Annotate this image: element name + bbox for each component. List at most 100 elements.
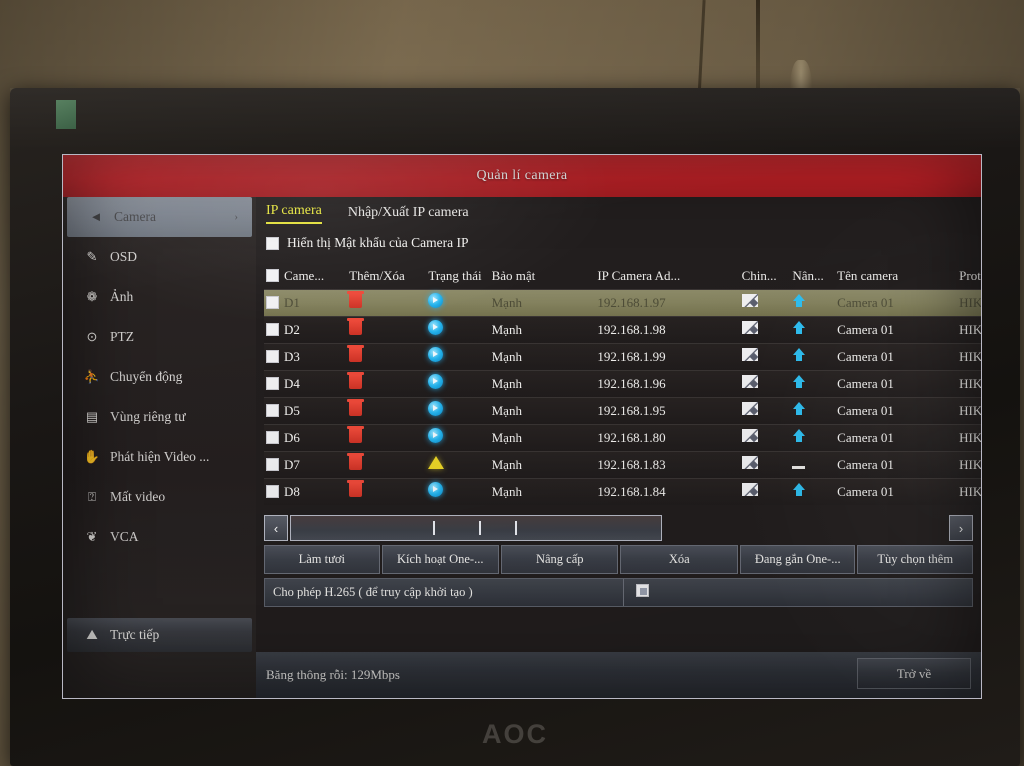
sidebar-item-m-t-video[interactable]: ⍰ Mất video bbox=[63, 477, 256, 517]
play-icon[interactable] bbox=[428, 482, 444, 498]
trash-icon[interactable] bbox=[347, 317, 365, 335]
trash-icon[interactable] bbox=[347, 344, 365, 362]
edit-icon[interactable] bbox=[741, 429, 758, 442]
cell-edit[interactable] bbox=[737, 342, 787, 370]
warning-icon[interactable] bbox=[428, 456, 445, 469]
upgrade-icon[interactable] bbox=[792, 374, 806, 389]
cell-edit[interactable] bbox=[737, 396, 787, 424]
h265-row[interactable]: Cho phép H.265 ( để truy cập khởi tạo ) bbox=[264, 578, 973, 607]
sidebar-item-ph-t-hi-n-video[interactable]: ✋ Phát hiện Video ... bbox=[63, 437, 256, 477]
cell-delete[interactable] bbox=[337, 369, 411, 397]
action-button-5[interactable]: Tùy chọn thêm bbox=[857, 545, 973, 574]
horizontal-scrollbar[interactable] bbox=[290, 515, 662, 541]
cell-camera-id[interactable]: D4 bbox=[264, 369, 338, 397]
cell-edit[interactable] bbox=[737, 477, 787, 505]
trash-icon[interactable] bbox=[347, 425, 365, 443]
upgrade-icon[interactable] bbox=[792, 482, 806, 497]
trash-icon[interactable] bbox=[347, 371, 365, 389]
play-icon[interactable] bbox=[428, 428, 444, 443]
cell-status[interactable] bbox=[410, 369, 490, 397]
row-checkbox[interactable] bbox=[266, 458, 279, 471]
play-icon[interactable] bbox=[428, 293, 444, 308]
tab-ip-camera[interactable]: IP camera bbox=[266, 203, 322, 224]
play-icon[interactable] bbox=[428, 320, 444, 335]
edit-icon[interactable] bbox=[741, 294, 758, 307]
play-icon[interactable] bbox=[428, 374, 444, 389]
sidebar-item-v-ng-ri-ng-t[interactable]: ▤ Vùng riêng tư bbox=[63, 397, 256, 437]
sidebar-item-camera[interactable]: ◄ Camera › bbox=[67, 197, 252, 237]
edit-icon[interactable] bbox=[741, 483, 758, 497]
cell-edit[interactable] bbox=[737, 369, 787, 397]
h265-checkbox-wrap[interactable] bbox=[624, 583, 649, 602]
cell-status[interactable] bbox=[410, 477, 490, 505]
table-row[interactable]: D2 Mạnh192.168.1.98 Camera 01HIKVISI( bbox=[264, 315, 981, 343]
cell-upgrade[interactable] bbox=[786, 288, 836, 316]
play-icon[interactable] bbox=[428, 347, 444, 362]
edit-icon[interactable] bbox=[741, 456, 758, 469]
tab-import-export[interactable]: Nhập/Xuất IP camera bbox=[348, 205, 469, 224]
row-checkbox[interactable] bbox=[266, 485, 279, 499]
table-row[interactable]: D5 Mạnh192.168.1.95 Camera 01HIKVISI( bbox=[264, 396, 981, 424]
action-button-2[interactable]: Nâng cấp bbox=[501, 545, 619, 574]
cell-upgrade[interactable] bbox=[786, 477, 836, 505]
cell-delete[interactable] bbox=[337, 342, 411, 370]
select-all-checkbox[interactable] bbox=[266, 269, 279, 283]
sidebar-item-nh[interactable]: ❁ Ảnh bbox=[63, 277, 256, 317]
row-checkbox[interactable] bbox=[266, 377, 279, 390]
cell-upgrade[interactable] bbox=[786, 423, 836, 451]
table-row[interactable]: D3 Mạnh192.168.1.99 Camera 01HIKVISI( bbox=[264, 342, 981, 370]
cell-status[interactable] bbox=[410, 342, 490, 370]
cell-status[interactable] bbox=[410, 450, 490, 478]
upgrade-icon[interactable] bbox=[792, 347, 806, 362]
cell-status[interactable] bbox=[410, 315, 490, 343]
scroll-right-button[interactable]: › bbox=[949, 515, 973, 541]
sidebar-item-vca[interactable]: ❦ VCA bbox=[63, 517, 256, 557]
trash-icon[interactable] bbox=[347, 398, 365, 416]
play-icon[interactable] bbox=[428, 401, 444, 416]
cell-status[interactable] bbox=[410, 396, 490, 424]
cell-delete[interactable] bbox=[337, 423, 411, 451]
cell-upgrade[interactable] bbox=[786, 315, 836, 343]
upgrade-icon[interactable] bbox=[792, 320, 806, 335]
horizontal-scroll-row[interactable]: ‹ › bbox=[264, 515, 973, 543]
h265-checkbox[interactable] bbox=[636, 583, 649, 597]
cell-camera-id[interactable]: D3 bbox=[264, 342, 338, 370]
row-checkbox[interactable] bbox=[266, 323, 279, 336]
cell-camera-id[interactable]: D7 bbox=[264, 450, 338, 478]
cell-edit[interactable] bbox=[737, 315, 787, 343]
cell-upgrade[interactable] bbox=[786, 396, 836, 424]
cell-upgrade[interactable] bbox=[786, 369, 836, 397]
cell-camera-id[interactable]: D5 bbox=[264, 396, 338, 424]
upgrade-icon[interactable] bbox=[792, 293, 806, 308]
table-row[interactable]: D8 Mạnh192.168.1.84 Camera 01HIKVISI( bbox=[264, 477, 981, 505]
edit-icon[interactable] bbox=[741, 348, 758, 361]
trash-icon[interactable] bbox=[347, 452, 365, 470]
table-row[interactable]: D6 Mạnh192.168.1.80 Camera 01HIKVISI( bbox=[264, 423, 981, 451]
action-button-0[interactable]: Làm tươi bbox=[264, 545, 380, 574]
edit-icon[interactable] bbox=[741, 402, 758, 415]
edit-icon[interactable] bbox=[741, 321, 758, 334]
edit-icon[interactable] bbox=[741, 375, 758, 388]
trash-icon[interactable] bbox=[347, 290, 365, 308]
upgrade-icon[interactable] bbox=[792, 428, 806, 443]
show-password-checkbox[interactable] bbox=[266, 236, 279, 250]
action-button-4[interactable]: Đang gắn One-... bbox=[739, 545, 856, 574]
row-checkbox[interactable] bbox=[266, 431, 279, 444]
cell-delete[interactable] bbox=[337, 288, 411, 316]
show-password-row[interactable]: Hiển thị Mật khẩu của Camera IP bbox=[266, 235, 468, 251]
cell-edit[interactable] bbox=[737, 423, 787, 451]
cell-upgrade[interactable] bbox=[786, 342, 836, 370]
upgrade-icon[interactable] bbox=[792, 401, 806, 416]
table-row[interactable]: D4 Mạnh192.168.1.96 Camera 01HIKVISI( bbox=[264, 369, 981, 397]
cell-delete[interactable] bbox=[337, 315, 411, 343]
sidebar-item-osd[interactable]: ✎ OSD bbox=[63, 237, 256, 277]
cell-camera-id[interactable]: D1 bbox=[264, 288, 338, 316]
sidebar-item-ptz[interactable]: ⊙ PTZ bbox=[63, 317, 256, 357]
sidebar-item-live[interactable]: ⛰ Trực tiếp bbox=[67, 618, 252, 652]
row-checkbox[interactable] bbox=[266, 296, 279, 309]
row-checkbox[interactable] bbox=[266, 404, 279, 417]
cell-delete[interactable] bbox=[337, 450, 411, 478]
cell-delete[interactable] bbox=[337, 396, 411, 424]
back-button[interactable]: Trở về bbox=[857, 658, 971, 689]
table-row[interactable]: D1 Mạnh192.168.1.97 Camera 01HIKVISI( bbox=[264, 288, 981, 316]
